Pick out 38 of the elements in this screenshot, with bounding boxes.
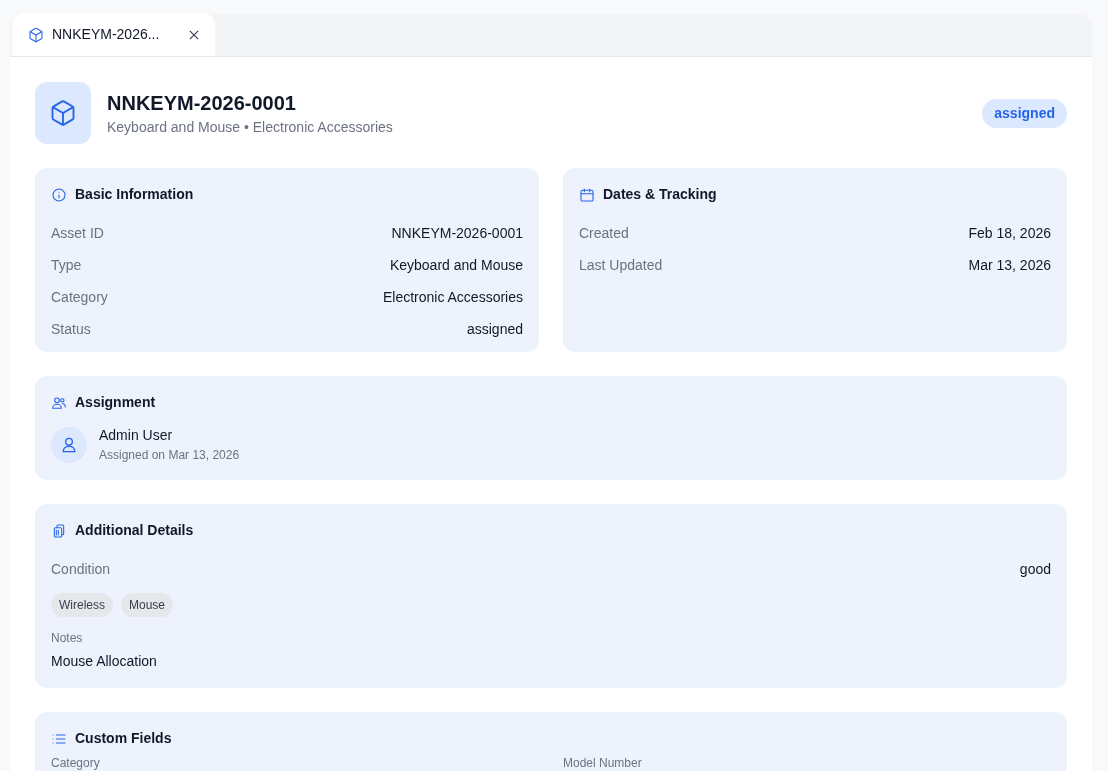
field-value: Keyboard and Mouse — [389, 255, 523, 275]
tag: Mouse — [121, 593, 174, 617]
field-value: NNKEYM-2026-0001 — [391, 223, 523, 243]
calendar-icon — [579, 186, 595, 203]
field-label: Created — [579, 223, 629, 243]
box-icon — [49, 99, 77, 127]
field-value: assigned — [466, 319, 523, 339]
field-label: Condition — [51, 559, 111, 579]
asset-title: NNKEYM-2026-0001 — [107, 90, 297, 116]
card-title: Custom Fields — [75, 729, 172, 748]
card-title: Assignment — [75, 393, 156, 412]
field-label: Asset ID — [51, 223, 104, 243]
card-title: Additional Details — [75, 521, 194, 540]
field-label: Last Updated — [579, 255, 663, 275]
close-icon[interactable] — [189, 29, 199, 40]
field-label: Category — [51, 287, 108, 307]
field-label: Category — [51, 755, 100, 771]
field-value: Mar 13, 2026 — [968, 255, 1051, 275]
field-label: Type — [51, 255, 82, 275]
assigned-date: Assigned on Mar 13, 2026 — [99, 447, 240, 464]
users-icon — [51, 394, 67, 411]
tab[interactable]: NNKEYM-2026... — [12, 13, 215, 56]
card-title: Dates & Tracking — [603, 185, 717, 204]
notes-label: Notes — [51, 630, 84, 647]
status-badge: assigned — [982, 98, 1067, 128]
tag: Wireless — [51, 593, 113, 617]
documents-icon — [51, 522, 67, 539]
field-value: Electronic Accessories — [382, 287, 523, 307]
field-value: Feb 18, 2026 — [968, 223, 1051, 243]
user-name: Admin User — [99, 426, 174, 445]
asset-subtitle: Keyboard and Mouse • Electronic Accessories — [107, 117, 394, 137]
card-title: Basic Information — [75, 185, 194, 204]
field-label: Model Number — [563, 755, 642, 771]
info-icon — [51, 186, 67, 203]
field-value: good — [1019, 559, 1051, 579]
field-label: Status — [51, 319, 91, 339]
notes-text: Mouse Allocation — [51, 652, 158, 671]
box-icon — [28, 26, 44, 43]
